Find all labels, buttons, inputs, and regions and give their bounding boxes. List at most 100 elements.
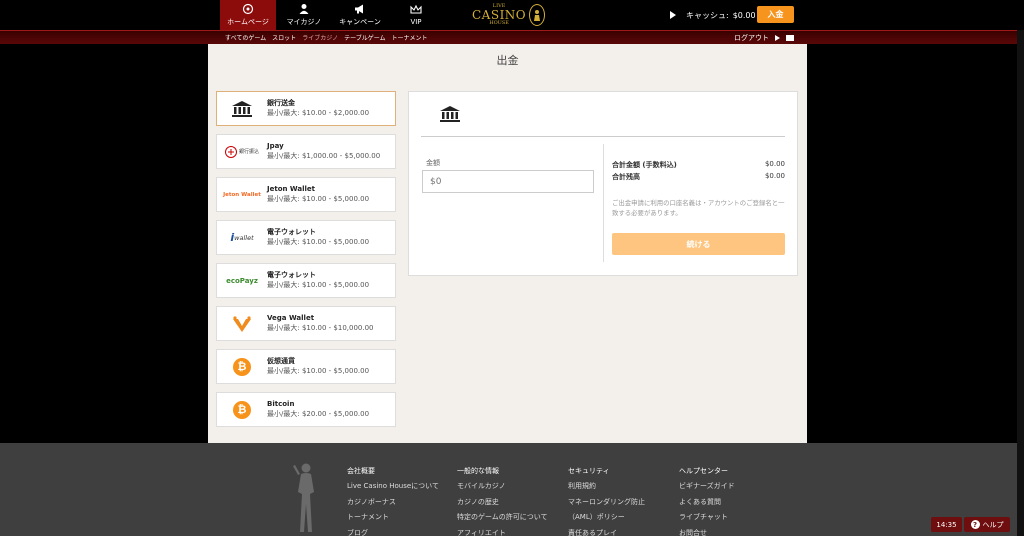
nav-home-label: ホームページ	[227, 18, 269, 26]
footer-link[interactable]: よくある質問	[679, 495, 735, 510]
footer-link[interactable]: 特定のゲームの許可について	[457, 510, 548, 525]
method-limits: 最小/最大: $20.00 - $5,000.00	[267, 409, 370, 418]
nav-campaign-label: キャンペーン	[339, 18, 381, 26]
footer-link[interactable]: （AML）ポリシー	[568, 510, 645, 525]
jeton-logo-text: Jeton Wallet	[223, 191, 261, 198]
bank-icon	[217, 100, 267, 118]
footer-link[interactable]: トーナメント	[347, 510, 439, 525]
logo-figure-icon	[529, 4, 546, 26]
deposit-button[interactable]: 入金	[757, 6, 794, 23]
nav-vip[interactable]: VIP	[388, 0, 444, 30]
footer-link[interactable]: マネーロンダリング防止	[568, 495, 645, 510]
method-iwallet[interactable]: i wallet 電子ウォレット 最小/最大: $10.00 - $5,000.0…	[216, 220, 396, 255]
method-limits: 最小/最大: $10.00 - $5,000.00	[267, 366, 370, 375]
footer-heading: セキュリティ	[568, 467, 610, 475]
footer-link[interactable]: 利用規約	[568, 479, 645, 494]
method-name: Jeton Wallet	[267, 185, 316, 194]
logo-sub-text: HOUSE	[489, 20, 509, 26]
subnav-slots[interactable]: スロット	[272, 33, 296, 42]
top-bar: ホームページ マイカジノ キャンペーン VIP LIVE CASINO HOUS…	[0, 0, 1024, 30]
footer-link[interactable]: カジノの歴史	[457, 495, 548, 510]
method-limits: 最小/最大: $10.00 - $5,000.00	[267, 237, 370, 246]
method-bank-transfer[interactable]: 銀行送金 最小/最大: $10.00 - $2,000.00	[216, 91, 396, 126]
jpay-logo-text: 銀行振込	[238, 149, 259, 155]
method-name: 電子ウォレット	[267, 228, 316, 237]
method-jeton-wallet[interactable]: Jeton Wallet Jeton Wallet 最小/最大: $10.00 …	[216, 177, 396, 212]
footer-col-company: 会社概要 Live Casino Houseについて カジノボーナス トーナメン…	[347, 464, 439, 536]
method-name: 電子ウォレット	[267, 271, 316, 280]
nav-campaign[interactable]: キャンペーン	[332, 0, 388, 30]
subnav-all-games[interactable]: すべてのゲーム	[225, 33, 266, 42]
method-name: 仮想通貨	[267, 357, 295, 366]
game-category-nav: すべてのゲーム スロット ライブカジノ テーブルゲーム トーナメント	[225, 33, 428, 42]
withdraw-form-panel: 金額 合計金額 (手数料込) $0.00 合計残高 $0.00 ご出金申請に利用…	[408, 91, 798, 276]
method-bitcoin[interactable]: ₿ Bitcoin 最小/最大: $20.00 - $5,000.00	[216, 392, 396, 427]
subnav-tournament[interactable]: トーナメント	[392, 33, 428, 42]
bank-icon	[440, 106, 460, 122]
method-limits: 最小/最大: $10.00 - $5,000.00	[267, 194, 370, 203]
method-limits: 最小/最大: $10.00 - $2,000.00	[267, 108, 370, 117]
total-balance-label: 合計残高	[612, 173, 640, 181]
withdraw-summary: 合計金額 (手数料込) $0.00 合計残高 $0.00	[612, 160, 785, 184]
total-amount-value: $0.00	[764, 160, 785, 168]
site-logo[interactable]: LIVE CASINO HOUSE	[472, 1, 546, 29]
crown-icon	[410, 4, 422, 14]
method-ecopayz[interactable]: ecoPayz 電子ウォレット 最小/最大: $10.00 - $5,000.0…	[216, 263, 396, 298]
method-vega-wallet[interactable]: Vega Wallet 最小/最大: $10.00 - $10,000.00	[216, 306, 396, 341]
woman-silhouette-icon	[293, 463, 314, 532]
cashier-balance: キャッシュ: $0.00	[670, 6, 756, 24]
nav-vip-label: VIP	[410, 18, 422, 26]
footer-link[interactable]: ライブチャット	[679, 510, 735, 525]
nav-my-casino[interactable]: マイカジノ	[276, 0, 332, 30]
page-scrollbar[interactable]	[1017, 30, 1024, 536]
footer-col-help-center: ヘルプセンター ビギナーズガイド よくある質問 ライブチャット お問合せ	[679, 464, 735, 536]
footer-heading: 会社概要	[347, 467, 375, 475]
jeton-logo: Jeton Wallet	[217, 192, 267, 198]
iwallet-logo: i wallet	[217, 231, 267, 244]
megaphone-icon	[355, 4, 363, 14]
footer-link[interactable]: モバイルカジノ	[457, 479, 548, 494]
method-name: 銀行送金	[267, 99, 295, 108]
iwallet-logo-text: wallet	[234, 233, 254, 242]
method-limits: 最小/最大: $10.00 - $5,000.00	[267, 280, 370, 289]
footer-link[interactable]: カジノボーナス	[347, 495, 439, 510]
footer-link[interactable]: ビギナーズガイド	[679, 479, 735, 494]
question-icon: ?	[970, 520, 980, 529]
nav-home[interactable]: ホームページ	[220, 0, 276, 30]
play-icon[interactable]	[670, 11, 676, 19]
method-jpay[interactable]: 銀行振込 Jpay 最小/最大: $1,000.00 - $5,000.00	[216, 134, 396, 169]
nav-my-casino-label: マイカジノ	[286, 18, 322, 26]
subnav-live-casino[interactable]: ライブカジノ	[302, 33, 338, 42]
selected-method-header	[421, 92, 785, 137]
clock-widget: 14:35	[931, 517, 962, 532]
method-limits: 最小/最大: $10.00 - $10,000.00	[267, 323, 374, 332]
user-icon	[299, 4, 309, 14]
help-button[interactable]: ? ヘルプ	[964, 517, 1010, 532]
total-amount-label: 合計金額 (手数料込)	[612, 161, 677, 169]
main-nav: ホームページ マイカジノ キャンペーン VIP	[220, 0, 444, 30]
footer-link[interactable]: Live Casino Houseについて	[347, 479, 439, 494]
bitcoin-icon: ₿	[233, 400, 251, 419]
bitcoin-icon: ₿	[233, 357, 251, 376]
footer-link[interactable]: 責任あるプレイ	[568, 526, 645, 536]
cashier-label: キャッシュ:	[686, 10, 729, 20]
method-name: Bitcoin	[267, 400, 295, 409]
logout-label: ログアウト	[734, 34, 769, 42]
home-icon	[242, 3, 254, 15]
ecopayz-logo-text: ecoPayz	[226, 276, 258, 285]
sub-nav-bar: すべてのゲーム スロット ライブカジノ テーブルゲーム トーナメント ログアウト	[0, 30, 1024, 44]
logout-link[interactable]: ログアウト	[734, 33, 794, 43]
subnav-table-games[interactable]: テーブルゲーム	[344, 33, 385, 42]
vega-logo	[217, 315, 267, 333]
footer-link[interactable]: お問合せ	[679, 526, 735, 536]
method-limits: 最小/最大: $1,000.00 - $5,000.00	[267, 151, 381, 160]
footer-heading: 一般的な情報	[457, 467, 499, 475]
continue-button[interactable]: 続ける	[612, 233, 785, 255]
logout-icon	[786, 35, 794, 41]
panel-divider	[603, 144, 604, 262]
method-name: Vega Wallet	[267, 314, 315, 323]
footer-link[interactable]: アフィリエイト	[457, 526, 548, 536]
method-crypto[interactable]: ₿ 仮想通貨 最小/最大: $10.00 - $5,000.00	[216, 349, 396, 384]
amount-input[interactable]	[422, 170, 594, 193]
footer-link[interactable]: ブログ	[347, 526, 439, 536]
